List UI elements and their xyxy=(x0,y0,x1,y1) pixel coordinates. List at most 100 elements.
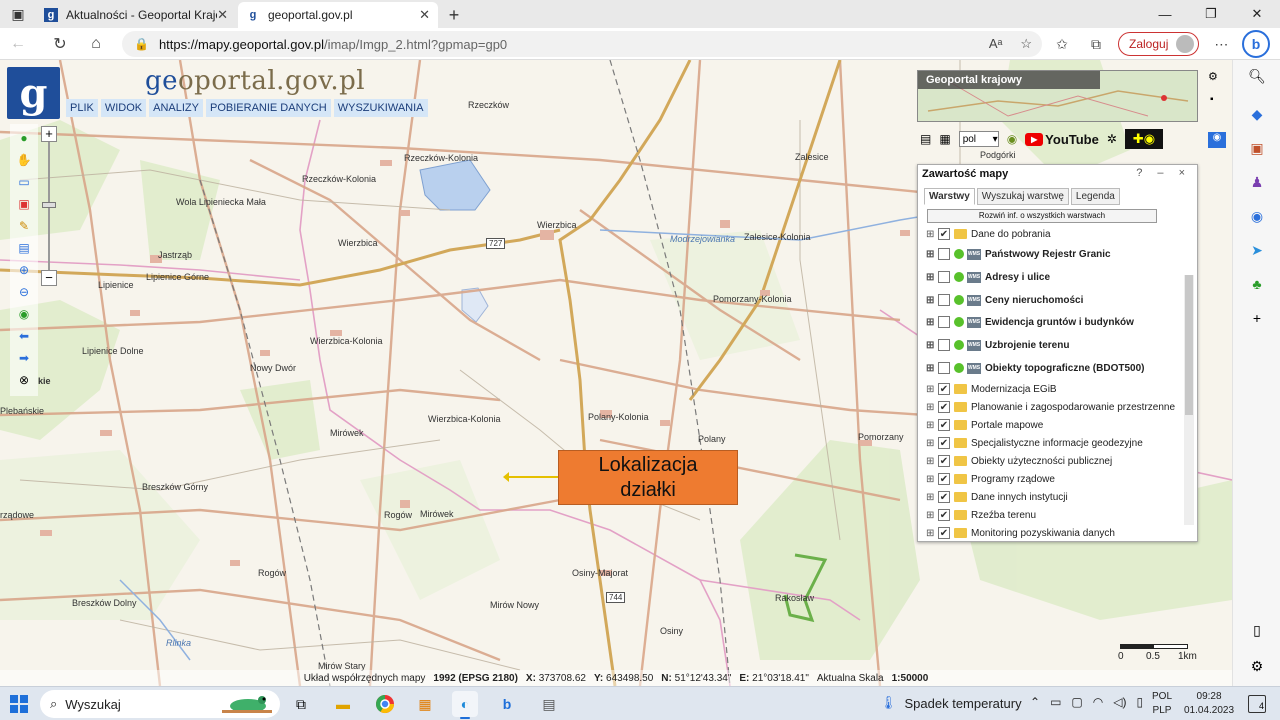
expand-plus-icon[interactable]: ⊞ xyxy=(926,249,936,260)
expand-all-button[interactable]: Rozwiń inf. o wszystkich warstwach xyxy=(927,209,1157,223)
zoom-plus-button[interactable]: + xyxy=(41,126,57,142)
expand-plus-icon[interactable]: ⊞ xyxy=(926,384,936,395)
zoom-slider[interactable]: + − xyxy=(41,126,57,286)
edge-icon[interactable]: ◐ xyxy=(452,691,478,719)
expand-plus-icon[interactable]: ⊞ xyxy=(926,340,936,351)
send-icon[interactable]: ➤ xyxy=(1247,242,1267,262)
close-tab-icon[interactable]: ✕ xyxy=(419,7,430,23)
tab-wyszukaj-warstwe[interactable]: Wyszukaj warstwę xyxy=(976,188,1069,205)
expand-plus-icon[interactable]: ⊞ xyxy=(926,456,936,467)
tab-warstwy[interactable]: Warstwy xyxy=(924,188,975,205)
refresh-button[interactable]: ↻ xyxy=(42,28,78,60)
layer-row[interactable]: ⊞ WMS Obiekty topograficzne (BDOT500) xyxy=(926,359,1144,377)
menu-analizy[interactable]: ANALIZY xyxy=(149,99,203,117)
info-icon[interactable]: ● xyxy=(16,130,32,146)
layer-row[interactable]: ⊞ WMS Państwowy Rejestr Granic xyxy=(926,245,1111,263)
layer-checkbox[interactable]: ✔ xyxy=(938,437,950,449)
layer-row[interactable]: ⊞ WMS Ewidencja gruntów i budynków xyxy=(926,313,1134,331)
more-menu-icon[interactable]: ⋯ xyxy=(1209,36,1233,53)
layer-checkbox[interactable] xyxy=(938,316,950,328)
select-area-icon[interactable]: ▭ xyxy=(16,174,32,190)
collections-icon[interactable]: ⧉ xyxy=(1084,36,1108,53)
maximize-icon[interactable]: ❐ xyxy=(1188,0,1234,28)
layer-checkbox[interactable]: ✔ xyxy=(938,401,950,413)
close-tab-icon[interactable]: ✕ xyxy=(217,7,228,23)
layer-row[interactable]: ⊞ ✔ Modernizacja EGiB xyxy=(926,380,1057,398)
bing-icon[interactable]: b xyxy=(494,691,520,717)
store-icon[interactable]: ▦ xyxy=(412,691,438,717)
layer-checkbox[interactable] xyxy=(938,294,950,306)
expand-plus-icon[interactable]: ⊞ xyxy=(926,528,936,539)
read-aloud-icon[interactable]: Aᵃ xyxy=(989,36,1003,52)
zoom-in-icon[interactable]: ⊕ xyxy=(16,262,32,278)
layer-row[interactable]: ⊞ WMS Ceny nieruchomości xyxy=(926,291,1083,309)
blue-eye-icon[interactable]: ◉ xyxy=(1208,132,1226,148)
url-input[interactable]: 🔒 https://mapy.geoportal.gov.pl/imap/Img… xyxy=(122,31,1042,57)
layer-row[interactable]: ⊞ ✔ Rzeźba terenu xyxy=(926,506,1036,524)
tree-icon[interactable]: ♣ xyxy=(1247,276,1267,296)
accessibility-icon[interactable]: ✲ xyxy=(1107,132,1117,146)
pencil-icon[interactable]: ✎ xyxy=(16,218,32,234)
home-button[interactable]: ⌂ xyxy=(78,28,114,60)
tab-geoportal[interactable]: g geoportal.gov.pl ✕ xyxy=(238,2,438,28)
tab-actions-icon[interactable]: ▣ xyxy=(0,0,36,28)
power-icon[interactable]: ▯ xyxy=(1136,695,1143,709)
chevron-up-icon[interactable]: ⌃ xyxy=(1030,695,1040,709)
weather-widget[interactable]: 🌡︎ Spadek temperatury xyxy=(880,695,1022,711)
expand-plus-icon[interactable]: ⊞ xyxy=(926,317,936,328)
layer-checkbox[interactable] xyxy=(938,362,950,374)
zoom-out-icon[interactable]: ⊖ xyxy=(16,284,32,300)
pan-hand-icon[interactable]: ✋ xyxy=(16,152,32,168)
settings-gear-icon[interactable]: ⚙ xyxy=(1208,70,1218,83)
layer-checkbox[interactable]: ✔ xyxy=(938,509,950,521)
back-button[interactable]: ← xyxy=(0,28,36,60)
menu-wyszukiwania[interactable]: WYSZUKIWANIA xyxy=(333,99,428,117)
volume-icon[interactable]: ◁) xyxy=(1113,695,1126,709)
expand-plus-icon[interactable]: ⊞ xyxy=(926,229,936,240)
previous-view-icon[interactable]: ⬅ xyxy=(16,328,32,344)
layer-row[interactable]: ⊞ ✔ Dane innych instytucji xyxy=(926,488,1068,506)
minimap-collapse-icon[interactable]: ▪ xyxy=(1210,94,1214,105)
wifi-icon[interactable]: ◠ xyxy=(1093,695,1103,709)
geoportal-logo[interactable]: g xyxy=(7,67,60,119)
start-button[interactable] xyxy=(10,695,28,713)
menu-plik[interactable]: PLIK xyxy=(66,99,98,117)
measure-icon[interactable]: ▣ xyxy=(16,196,32,212)
calculator-icon[interactable]: ▤ xyxy=(536,691,562,717)
file-explorer-icon[interactable]: ▬ xyxy=(330,691,356,717)
office-icon[interactable]: ◉ xyxy=(1247,208,1267,228)
crosshair-icon[interactable]: ⊗ xyxy=(16,372,32,388)
print-icon[interactable]: ▤ xyxy=(920,132,931,146)
layer-row[interactable]: ⊞ ✔ Obiekty użyteczności publicznej xyxy=(926,452,1112,470)
zoom-knob[interactable] xyxy=(42,202,56,208)
new-tab-button[interactable]: + xyxy=(440,2,468,28)
scroll-thumb[interactable] xyxy=(1185,275,1193,415)
battery-icon[interactable]: ▭ xyxy=(1050,695,1061,709)
close-window-icon[interactable]: ✕ xyxy=(1234,0,1280,28)
expand-plus-icon[interactable]: ⊞ xyxy=(926,402,936,413)
expand-plus-icon[interactable]: ⊞ xyxy=(926,474,936,485)
panel-scrollbar[interactable] xyxy=(1184,275,1194,525)
layer-row[interactable]: ⊞ WMS Uzbrojenie terenu xyxy=(926,336,1069,354)
ruler-icon[interactable]: ▤ xyxy=(16,240,32,256)
chrome-icon[interactable] xyxy=(372,691,398,717)
wms-icon[interactable]: ▦ xyxy=(939,132,950,146)
layer-checkbox[interactable] xyxy=(938,339,950,351)
expand-plus-icon[interactable]: ⊞ xyxy=(926,420,936,431)
youtube-link[interactable]: ▶ YouTube xyxy=(1025,132,1099,147)
layer-checkbox[interactable]: ✔ xyxy=(938,455,950,467)
expand-plus-icon[interactable]: ⊞ xyxy=(926,295,936,306)
tag-icon[interactable]: ◆ xyxy=(1247,106,1267,126)
help-icon[interactable]: ◉ xyxy=(1007,132,1017,146)
layer-checkbox[interactable]: ✔ xyxy=(938,491,950,503)
layer-checkbox[interactable]: ✔ xyxy=(938,527,950,539)
minimize-icon[interactable]: — xyxy=(1142,0,1188,28)
expand-plus-icon[interactable]: ⊞ xyxy=(926,272,936,283)
menu-widok[interactable]: WIDOK xyxy=(100,99,147,117)
layer-checkbox[interactable]: ✔ xyxy=(938,473,950,485)
contrast-eye-button[interactable]: ✚◉ xyxy=(1124,129,1163,149)
tab-legenda[interactable]: Legenda xyxy=(1070,188,1120,205)
bing-chat-icon[interactable]: b xyxy=(1242,30,1270,58)
task-view-icon[interactable]: ⧉ xyxy=(288,691,314,717)
layer-checkbox[interactable]: ✔ xyxy=(938,419,950,431)
